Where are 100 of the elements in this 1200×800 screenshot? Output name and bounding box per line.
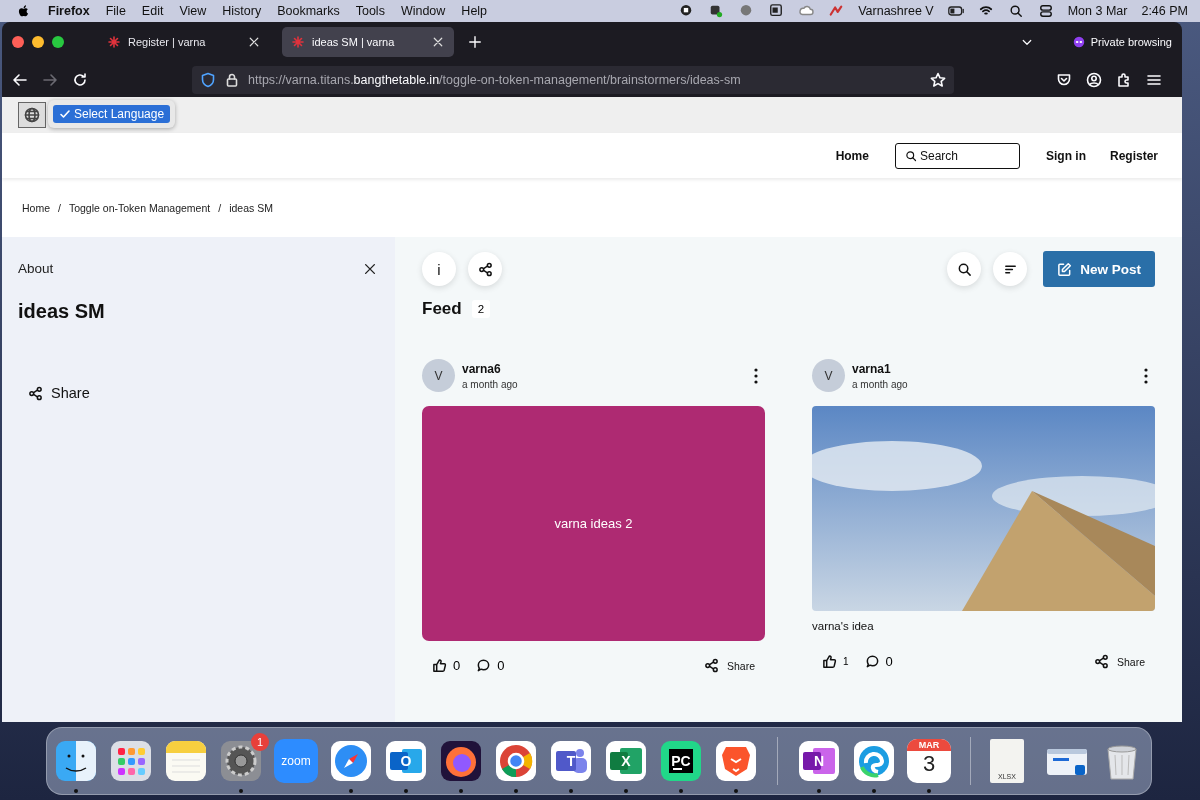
breadcrumb-current: ideas SM <box>229 201 273 214</box>
new-post-button[interactable]: New Post <box>1043 251 1155 287</box>
menu-item[interactable]: File <box>105 4 126 18</box>
private-browsing-label: Private browsing <box>1072 36 1172 48</box>
puzzle-icon[interactable] <box>1116 71 1132 88</box>
notepad-icon[interactable] <box>164 739 208 783</box>
control-center-icon[interactable] <box>1037 4 1054 18</box>
menu-item[interactable]: Tools <box>355 4 385 18</box>
speech-bubble-icon <box>864 654 880 669</box>
share-icon <box>28 385 43 401</box>
panel-heading: About <box>18 261 54 276</box>
menu-bar-time[interactable]: 2:46 PM <box>1141 4 1188 18</box>
language-button[interactable] <box>18 102 46 128</box>
spark-icon <box>292 36 304 48</box>
avatar: V <box>422 359 455 392</box>
code-app-icon[interactable]: PC <box>659 739 703 783</box>
post-count: 2 <box>471 300 491 318</box>
account-icon[interactable] <box>1086 71 1102 88</box>
search-button[interactable] <box>947 252 982 286</box>
text-post-card[interactable]: varna ideas 2 <box>422 406 765 641</box>
like-button[interactable]: 1 <box>822 654 849 669</box>
app-grid-icon[interactable] <box>109 739 153 783</box>
search-icon <box>904 149 917 162</box>
menu-item[interactable]: Help <box>461 4 488 18</box>
avatar: V <box>812 359 845 392</box>
share-icon <box>1093 654 1109 669</box>
check-icon <box>59 108 71 120</box>
language-option[interactable]: Select Language <box>53 105 171 123</box>
share-icon <box>703 658 719 673</box>
close-icon[interactable] <box>432 36 444 48</box>
menu-item[interactable]: Bookmarks <box>277 4 340 18</box>
comment-button[interactable]: 0 <box>476 658 505 673</box>
browser-tab[interactable]: Register | varna <box>98 27 270 57</box>
share-button[interactable]: Share <box>28 385 90 401</box>
cloud-icon[interactable] <box>798 4 815 18</box>
sign-in-link[interactable]: Sign in <box>1045 148 1086 163</box>
browser-tab[interactable]: ideas SM | varna <box>282 27 454 57</box>
thumbs-up-icon <box>432 658 447 673</box>
register-link[interactable]: Register <box>1109 148 1158 163</box>
mask-icon <box>1072 36 1085 48</box>
post-time: a month ago <box>462 378 519 390</box>
photo-placeholder[interactable] <box>812 406 1155 611</box>
home-link[interactable]: Home <box>835 148 869 163</box>
zoom-window-button[interactable] <box>52 36 64 48</box>
share-button[interactable]: Share <box>1093 654 1145 669</box>
close-icon[interactable] <box>363 261 377 276</box>
author-name: varna1 <box>852 361 892 376</box>
notebook-app-icon[interactable]: N <box>797 739 841 783</box>
people-app-icon[interactable]: T <box>549 739 593 783</box>
share-button[interactable] <box>468 252 502 286</box>
spark-icon <box>108 36 120 48</box>
breadcrumb-link[interactable]: Home <box>22 201 50 214</box>
post-caption: varna's idea <box>812 620 875 632</box>
feed-heading: Feed <box>422 299 462 319</box>
thumbs-up-icon <box>822 654 837 669</box>
breadcrumb-link[interactable]: Toggle on-Token Management <box>68 201 211 214</box>
pocket-icon[interactable] <box>1056 71 1072 88</box>
notification-badge: 1 <box>251 733 269 751</box>
info-button[interactable]: i <box>422 252 456 286</box>
gear-icon[interactable] <box>219 739 263 783</box>
finder-icon[interactable] <box>54 739 98 783</box>
address-bar[interactable]: https://varna.titans.bangthetable.in/toggle-on-token-management/brainstormers/ideas-sm <box>192 65 954 94</box>
menu-item[interactable]: View <box>179 4 207 18</box>
close-icon[interactable] <box>248 36 260 48</box>
spreadsheet-icon[interactable]: X <box>604 739 648 783</box>
wave-globe-icon[interactable] <box>852 739 896 783</box>
like-button[interactable]: 0 <box>432 658 461 673</box>
user-name[interactable]: Varnashree V <box>858 4 934 18</box>
close-window-button[interactable] <box>12 36 24 48</box>
compass-icon[interactable] <box>329 739 373 783</box>
app-status-icon[interactable] <box>708 4 725 18</box>
star-icon[interactable] <box>930 71 946 88</box>
minimize-window-button[interactable] <box>32 36 44 48</box>
app-menu[interactable]: Firefox <box>48 4 90 18</box>
lock-icon <box>224 71 240 88</box>
battery-icon[interactable] <box>947 4 964 18</box>
mail-app-icon[interactable]: O <box>384 739 428 783</box>
reload-icon[interactable] <box>72 71 88 88</box>
menu-item[interactable]: Window <box>400 4 446 18</box>
shield-icon <box>200 71 216 88</box>
new-tab-icon[interactable] <box>468 35 482 49</box>
menu-item[interactable]: History <box>222 4 262 18</box>
author-name: varna6 <box>462 361 502 376</box>
breadcrumb-separator: / <box>218 201 222 214</box>
page-title: ideas SM <box>18 300 106 323</box>
search-icon <box>956 261 972 277</box>
speech-bubble-icon <box>476 658 492 673</box>
comment-button[interactable]: 0 <box>864 654 893 669</box>
menu-bar-date[interactable]: Mon 3 Mar <box>1067 4 1128 18</box>
search-field[interactable]: Search <box>894 142 1020 169</box>
more-options-icon[interactable] <box>1143 366 1149 385</box>
post-time: a month ago <box>852 378 909 390</box>
back-arrow-icon[interactable] <box>12 71 28 88</box>
menu-item[interactable]: Edit <box>141 4 164 18</box>
sort-button[interactable] <box>993 252 1028 286</box>
breadcrumb-separator: / <box>58 201 61 214</box>
more-options-icon[interactable] <box>753 366 759 385</box>
share-icon <box>477 261 493 277</box>
calendar-icon[interactable]: MAR 3 <box>907 739 951 783</box>
share-button[interactable]: Share <box>703 658 755 673</box>
